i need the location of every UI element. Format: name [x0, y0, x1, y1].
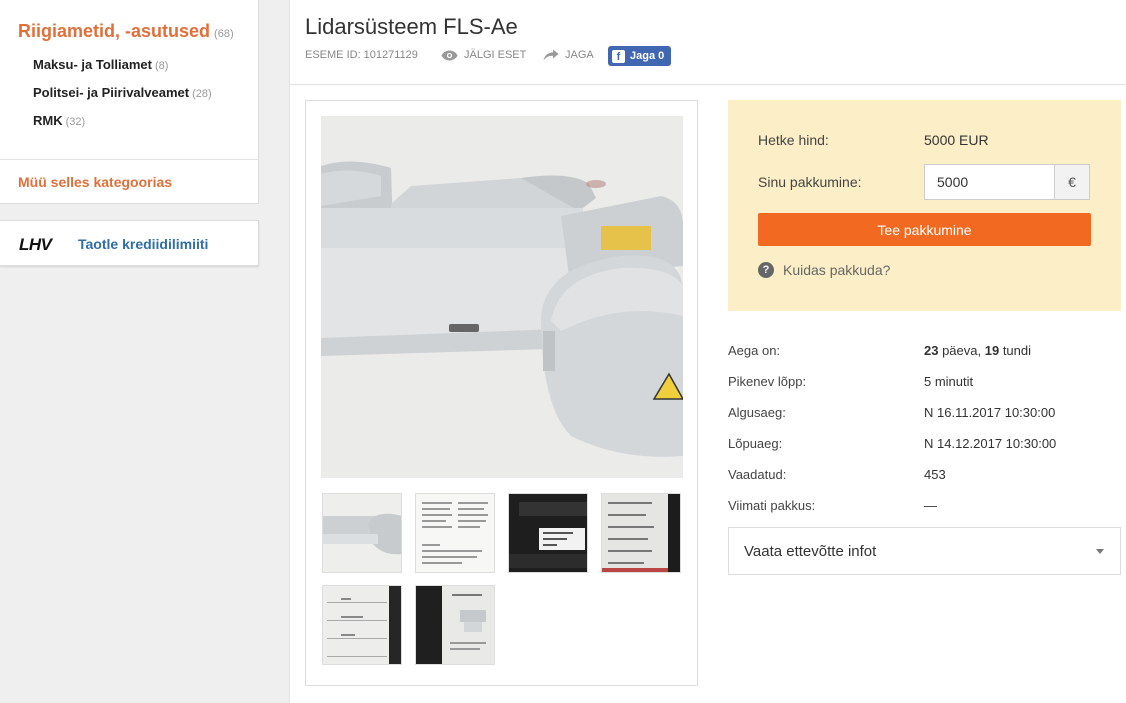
subcategory-label[interactable]: Maksu- ja Tolliamet	[33, 57, 152, 72]
views-value: 453	[924, 467, 946, 482]
thumbnail-tabs-graphic	[602, 494, 680, 572]
facebook-icon: f	[612, 49, 625, 63]
extending-end-label: Pikenev lõpp:	[728, 374, 807, 389]
end-time-value: N 14.12.2017 10:30:00	[924, 436, 1057, 451]
item-id: ESEME ID: 101271129	[305, 49, 418, 61]
time-left-label: Aega on:	[728, 343, 781, 358]
current-price-label: Hetke hind:	[758, 132, 829, 148]
subcategory-count: (28)	[192, 88, 212, 100]
time-left-value: 23 päeva, 19 tundi	[924, 343, 1031, 358]
how-to-bid-link[interactable]: ? Kuidas pakkuda?	[758, 262, 890, 278]
question-icon: ?	[758, 262, 774, 278]
lidar-device-illustration	[321, 116, 683, 478]
card-divider	[0, 159, 258, 160]
facebook-share-button[interactable]: f Jaga 0	[608, 46, 671, 66]
lhv-logo: LHV	[19, 235, 52, 254]
thumbnail-divider-sheet-graphic	[323, 586, 401, 664]
last-bidder-value: —	[924, 498, 937, 513]
eye-icon	[441, 50, 458, 60]
time-left-hours: 19	[984, 343, 1000, 358]
thumbnail-3[interactable]	[508, 493, 588, 573]
subcategory-maksu-ja-tolliamet[interactable]: Maksu- ja Tolliamet (8)	[33, 57, 168, 72]
subcategory-count: (8)	[154, 60, 169, 72]
last-bidder-label: Viimati pakkus:	[728, 498, 816, 513]
chevron-down-icon	[1096, 549, 1104, 554]
place-bid-button[interactable]: Tee pakkumine	[758, 213, 1091, 246]
credit-limit-link[interactable]: Taotle krediidilimiiti	[78, 236, 208, 252]
time-left-hours-unit: tundi	[999, 343, 1032, 358]
item-id-text: ESEME ID: 101271129	[305, 49, 418, 61]
your-bid-label: Sinu pakkumine:	[758, 174, 862, 190]
watch-item-button[interactable]: JÄLGI ESET	[441, 49, 526, 61]
end-time-label: Lõpuaeg:	[728, 436, 783, 451]
share-label[interactable]: JAGA	[565, 49, 594, 61]
subcategory-rmk[interactable]: RMK (32)	[33, 113, 85, 128]
facebook-share-label[interactable]: Jaga 0	[630, 50, 664, 62]
thumbnail-5[interactable]	[322, 585, 402, 665]
thumbnail-manual-graphic	[416, 586, 494, 664]
thumbnail-1[interactable]	[322, 493, 402, 573]
time-left-days-unit: päeva,	[938, 343, 985, 358]
share-arrow-icon	[543, 49, 559, 61]
currency-addon: €	[1055, 164, 1090, 200]
lhv-credit-card[interactable]: LHV Taotle krediidilimiiti	[0, 220, 259, 266]
company-info-dropdown[interactable]: Vaata ettevõtte infot	[728, 527, 1121, 575]
thumbnail-6[interactable]	[415, 585, 495, 665]
bid-amount-input[interactable]	[924, 164, 1055, 200]
thumbnail-document-graphic	[416, 494, 494, 572]
item-title: Lidarsüsteem FLS-Ae	[305, 14, 518, 39]
share-button[interactable]: JAGA	[543, 49, 594, 61]
start-time-value: N 16.11.2017 10:30:00	[924, 405, 1056, 420]
watch-item-label[interactable]: JÄLGI ESET	[464, 49, 526, 61]
time-left-days: 23	[924, 343, 939, 358]
subcategory-label[interactable]: Politsei- ja Piirivalveamet	[33, 85, 189, 100]
category-title[interactable]: Riigiametid, -asutused (68)	[18, 21, 234, 42]
start-time-label: Algusaeg:	[728, 405, 786, 420]
views-label: Vaadatud:	[728, 467, 787, 482]
category-count: (68)	[214, 28, 234, 40]
bid-panel: Hetke hind: 5000 EUR Sinu pakkumine: € T…	[728, 100, 1121, 311]
how-to-bid-label[interactable]: Kuidas pakkuda?	[783, 262, 890, 278]
company-info-label[interactable]: Vaata ettevõtte infot	[744, 543, 876, 560]
subcategory-politsei-ja-piirivalveamet[interactable]: Politsei- ja Piirivalveamet (28)	[33, 85, 212, 100]
sidebar: Riigiametid, -asutused (68) Maksu- ja Tol…	[0, 0, 290, 703]
subcategory-count: (32)	[65, 116, 86, 128]
extending-end-value: 5 minutit	[924, 374, 974, 389]
thumbnail-binder-graphic	[509, 494, 587, 572]
header-divider	[290, 84, 1126, 85]
current-price-value: 5000 EUR	[924, 132, 989, 148]
category-card: Riigiametid, -asutused (68) Maksu- ja Tol…	[0, 0, 259, 204]
image-gallery	[305, 100, 698, 686]
thumbnail-device-graphic	[323, 494, 401, 572]
thumbnail-2[interactable]	[415, 493, 495, 573]
sell-in-category-link[interactable]: Müü selles kategoorias	[18, 174, 172, 190]
main-product-image[interactable]	[321, 116, 683, 478]
thumbnail-4[interactable]	[601, 493, 681, 573]
category-title-label[interactable]: Riigiametid, -asutused	[18, 21, 210, 41]
subcategory-label[interactable]: RMK	[33, 113, 63, 128]
